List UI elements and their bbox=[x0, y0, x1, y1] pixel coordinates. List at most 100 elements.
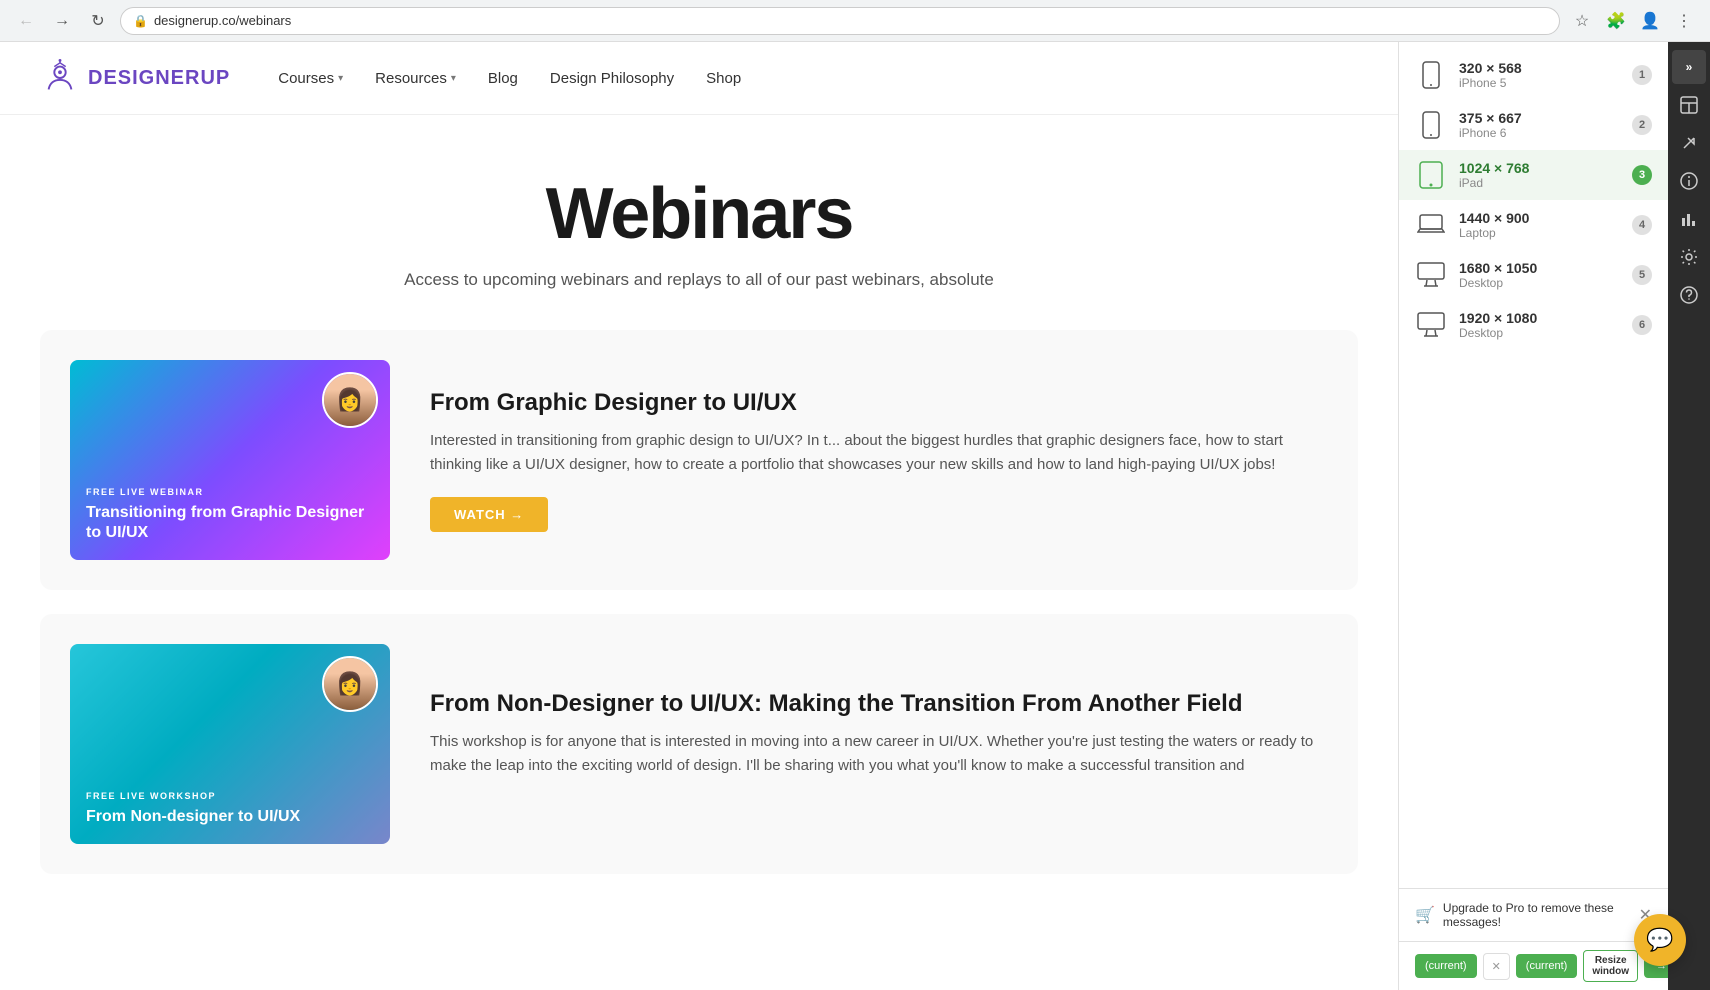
chat-bubble[interactable]: 💬 bbox=[1634, 914, 1686, 966]
webinar-thumb-title: Transitioning from Graphic Designer to U… bbox=[86, 503, 374, 545]
device-num-6: 6 bbox=[1632, 315, 1652, 335]
device-info-6: 1920 × 1080 Desktop bbox=[1459, 310, 1620, 340]
device-size-6: 1920 × 1080 bbox=[1459, 310, 1620, 326]
device-size-5: 1680 × 1050 bbox=[1459, 260, 1620, 276]
courses-dropdown-arrow: ▾ bbox=[338, 73, 343, 84]
address-bar[interactable]: 🔒 designerup.co/webinars bbox=[120, 7, 1560, 35]
current-right-button[interactable]: (current) bbox=[1516, 954, 1578, 978]
webinar-thumb-title-2: From Non-designer to UI/UX bbox=[86, 807, 374, 828]
device-name-4: Laptop bbox=[1459, 226, 1620, 240]
nav-blog[interactable]: Blog bbox=[488, 70, 518, 87]
device-info-5: 1680 × 1050 Desktop bbox=[1459, 260, 1620, 290]
device-name-6: Desktop bbox=[1459, 326, 1620, 340]
site-header: DESIGNERUP Courses ▾ Resources ▾ Blog De… bbox=[0, 42, 1398, 115]
logo-area[interactable]: DESIGNERUP bbox=[40, 58, 230, 98]
lock-icon: 🔒 bbox=[133, 14, 148, 28]
hero-subtitle: Access to upcoming webinars and replays … bbox=[349, 270, 1049, 290]
menu-button[interactable]: ⋮ bbox=[1670, 7, 1698, 35]
browser-chrome: ← → ↻ 🔒 designerup.co/webinars ☆ 🧩 👤 ⋮ bbox=[0, 0, 1710, 42]
device-num-5: 5 bbox=[1632, 265, 1652, 285]
device-name-1: iPhone 5 bbox=[1459, 76, 1620, 90]
watch-button-1[interactable]: WATCH → bbox=[430, 497, 548, 532]
reload-button[interactable]: ↻ bbox=[84, 7, 112, 35]
webinar-title-1: From Graphic Designer to UI/UX bbox=[430, 389, 1328, 417]
webinar-badge-2: FREE LIVE WORKSHOP bbox=[86, 791, 374, 801]
webinar-info-1: From Graphic Designer to UI/UX Intereste… bbox=[430, 389, 1328, 532]
phone-icon-1 bbox=[1415, 61, 1447, 89]
logo-icon bbox=[40, 58, 80, 98]
device-item-desktop2[interactable]: 1920 × 1080 Desktop 6 bbox=[1399, 300, 1668, 350]
webinar-card-2: 👩 FREE LIVE WORKSHOP From Non-designer t… bbox=[40, 614, 1358, 874]
back-button[interactable]: ← bbox=[12, 7, 40, 35]
desktop-icon-1 bbox=[1415, 262, 1447, 288]
tools-sidebar: » bbox=[1668, 42, 1710, 990]
device-list: 320 × 568 iPhone 5 1 375 × 667 iPhone 6 … bbox=[1399, 42, 1668, 888]
device-num-1: 1 bbox=[1632, 65, 1652, 85]
website-content: DESIGNERUP Courses ▾ Resources ▾ Blog De… bbox=[0, 42, 1398, 990]
chart-tool-button[interactable] bbox=[1672, 202, 1706, 236]
help-tool-button[interactable] bbox=[1672, 278, 1706, 312]
webinar-desc-1: Interested in transitioning from graphic… bbox=[430, 429, 1328, 477]
webinars-list: 👩 FREE LIVE WEBINAR Transitioning from G… bbox=[0, 330, 1398, 874]
upgrade-text: Upgrade to Pro to remove these messages! bbox=[1443, 901, 1631, 929]
device-num-3: 3 bbox=[1632, 165, 1652, 185]
hero-title: Webinars bbox=[40, 175, 1358, 254]
device-info-3: 1024 × 768 iPad bbox=[1459, 160, 1620, 190]
nav-courses[interactable]: Courses ▾ bbox=[278, 70, 343, 87]
nav-design-philosophy[interactable]: Design Philosophy bbox=[550, 70, 674, 87]
device-size-2: 375 × 667 bbox=[1459, 110, 1620, 126]
expand-button[interactable]: » bbox=[1672, 50, 1706, 84]
device-size-3: 1024 × 768 bbox=[1459, 160, 1620, 176]
device-name-3: iPad bbox=[1459, 176, 1620, 190]
url-text: designerup.co/webinars bbox=[154, 13, 291, 28]
phone-icon-2 bbox=[1415, 111, 1447, 139]
extensions-button[interactable]: 🧩 bbox=[1602, 7, 1630, 35]
browser-actions: ☆ 🧩 👤 ⋮ bbox=[1568, 7, 1698, 35]
device-name-2: iPhone 6 bbox=[1459, 126, 1620, 140]
device-item-iphone5[interactable]: 320 × 568 iPhone 5 1 bbox=[1399, 50, 1668, 100]
page-wrapper: DESIGNERUP Courses ▾ Resources ▾ Blog De… bbox=[0, 42, 1710, 990]
settings-tool-button[interactable] bbox=[1672, 240, 1706, 274]
forward-button[interactable]: → bbox=[48, 7, 76, 35]
site-nav: Courses ▾ Resources ▾ Blog Design Philos… bbox=[278, 70, 741, 87]
device-num-2: 2 bbox=[1632, 115, 1652, 135]
cart-icon: 🛒 bbox=[1415, 905, 1435, 925]
bookmark-button[interactable]: ☆ bbox=[1568, 7, 1596, 35]
account-button[interactable]: 👤 bbox=[1636, 7, 1664, 35]
nav-shop[interactable]: Shop bbox=[706, 70, 741, 87]
chat-icon: 💬 bbox=[1646, 927, 1673, 953]
tablet-icon bbox=[1415, 161, 1447, 189]
device-item-desktop1[interactable]: 1680 × 1050 Desktop 5 bbox=[1399, 250, 1668, 300]
webinar-card: 👩 FREE LIVE WEBINAR Transitioning from G… bbox=[40, 330, 1358, 590]
webinar-title-2: From Non-Designer to UI/UX: Making the T… bbox=[430, 690, 1328, 718]
device-info-2: 375 × 667 iPhone 6 bbox=[1459, 110, 1620, 140]
webinar-thumbnail-1: 👩 FREE LIVE WEBINAR Transitioning from G… bbox=[70, 360, 390, 560]
nav-resources[interactable]: Resources ▾ bbox=[375, 70, 456, 87]
avatar-2: 👩 bbox=[322, 656, 378, 712]
device-name-5: Desktop bbox=[1459, 276, 1620, 290]
device-item-iphone6[interactable]: 375 × 667 iPhone 6 2 bbox=[1399, 100, 1668, 150]
device-size-4: 1440 × 900 bbox=[1459, 210, 1620, 226]
logo-text: DESIGNERUP bbox=[88, 67, 230, 90]
device-size-1: 320 × 568 bbox=[1459, 60, 1620, 76]
hero-section: Webinars Access to upcoming webinars and… bbox=[0, 115, 1398, 330]
resize-window-button[interactable]: Resize window bbox=[1583, 950, 1638, 982]
device-info-4: 1440 × 900 Laptop bbox=[1459, 210, 1620, 240]
resize-controls: (current) ✕ (current) Resize window → bbox=[1399, 941, 1668, 990]
layout-tool-button[interactable] bbox=[1672, 88, 1706, 122]
webinar-badge: FREE LIVE WEBINAR bbox=[86, 487, 374, 497]
resources-dropdown-arrow: ▾ bbox=[451, 73, 456, 84]
device-panel: 320 × 568 iPhone 5 1 375 × 667 iPhone 6 … bbox=[1398, 42, 1668, 990]
desktop-icon-2 bbox=[1415, 312, 1447, 338]
dismiss-button[interactable]: ✕ bbox=[1483, 953, 1510, 980]
avatar: 👩 bbox=[322, 372, 378, 428]
current-left-button[interactable]: (current) bbox=[1415, 954, 1477, 978]
webinar-thumbnail-2: 👩 FREE LIVE WORKSHOP From Non-designer t… bbox=[70, 644, 390, 844]
device-num-4: 4 bbox=[1632, 215, 1652, 235]
device-item-ipad[interactable]: 1024 × 768 iPad 3 bbox=[1399, 150, 1668, 200]
laptop-icon bbox=[1415, 214, 1447, 236]
device-item-laptop[interactable]: 1440 × 900 Laptop 4 bbox=[1399, 200, 1668, 250]
info-tool-button[interactable] bbox=[1672, 164, 1706, 198]
upgrade-banner: 🛒 Upgrade to Pro to remove these message… bbox=[1399, 888, 1668, 941]
arrow-tool-button[interactable] bbox=[1672, 126, 1706, 160]
